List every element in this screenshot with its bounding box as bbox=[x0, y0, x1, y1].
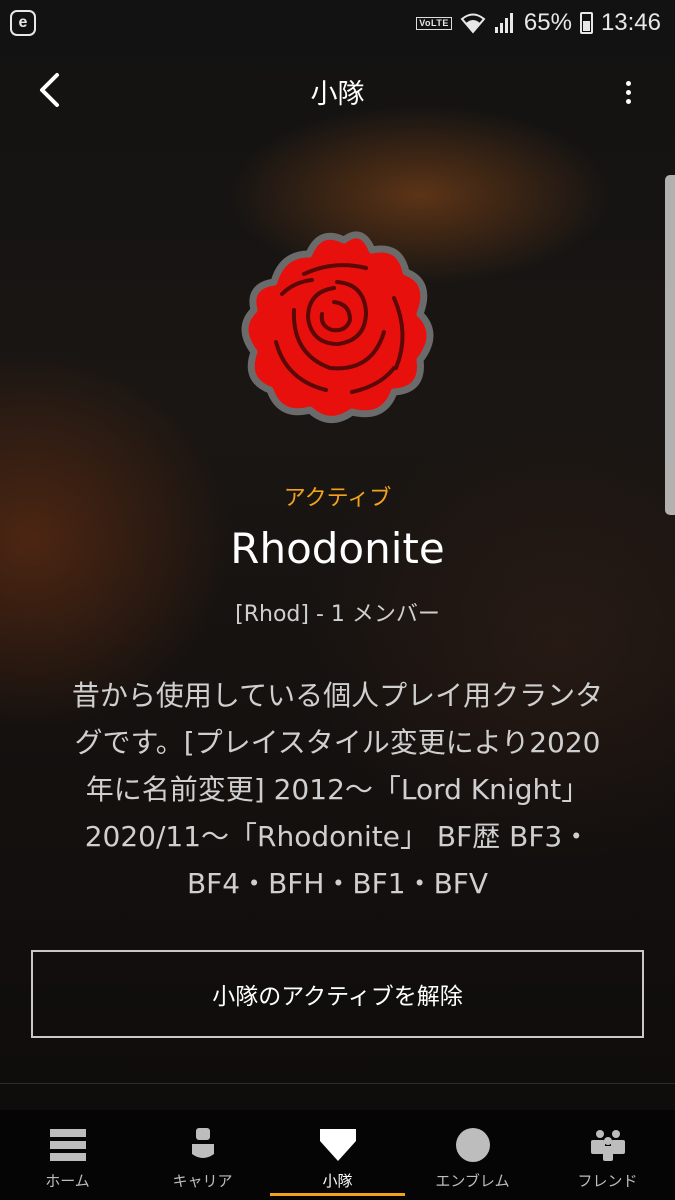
description-line: 年に名前変更] 2012〜「Lord Knight」 bbox=[85, 773, 590, 806]
scrollbar[interactable] bbox=[665, 175, 675, 515]
battery-percent: 65% bbox=[523, 9, 572, 36]
nav-label: キャリア bbox=[172, 1172, 233, 1190]
description-line: グです。[プレイスタイル変更により2020 bbox=[74, 726, 601, 759]
volte-indicator: VoLTE bbox=[416, 16, 452, 30]
nav-label: フレンド bbox=[577, 1172, 638, 1190]
description-line: 昔から使用している個人プレイ用クランタ bbox=[71, 679, 604, 712]
nav-label: ホーム bbox=[45, 1172, 90, 1190]
nav-label: 小隊 bbox=[322, 1172, 353, 1190]
career-bust-icon bbox=[191, 1128, 214, 1158]
divider bbox=[0, 1083, 675, 1084]
bottom-navigation: ホーム キャリア 小隊 エンブレム フレンド bbox=[0, 1110, 675, 1200]
page-title: 小隊 bbox=[310, 79, 365, 110]
clock: 13:46 bbox=[600, 9, 661, 36]
nav-item-friends[interactable]: フレンド bbox=[540, 1110, 675, 1200]
friends-icon bbox=[590, 1130, 625, 1161]
app-notification-icon: e bbox=[10, 10, 36, 36]
squad-emblem-rose-icon bbox=[241, 231, 434, 423]
home-menu-icon bbox=[49, 1129, 86, 1161]
nav-item-home[interactable]: ホーム bbox=[0, 1110, 135, 1200]
squad-shield-icon bbox=[319, 1129, 356, 1161]
app-header: 小隊 bbox=[0, 60, 675, 122]
nav-label: エンブレム bbox=[435, 1172, 510, 1190]
description-line: BF4・BFH・BF1・BFV bbox=[186, 867, 489, 900]
nav-item-emblem[interactable]: エンブレム bbox=[405, 1110, 540, 1200]
squad-name: Rhodonite bbox=[230, 524, 445, 573]
more-options-button[interactable] bbox=[610, 72, 646, 112]
squad-status-label: アクティブ bbox=[283, 486, 392, 511]
more-vert-icon bbox=[625, 80, 631, 86]
emblem-circle-icon bbox=[455, 1128, 490, 1162]
battery-icon bbox=[579, 12, 593, 34]
wifi-icon bbox=[460, 13, 486, 34]
nav-item-squad[interactable]: 小隊 bbox=[270, 1110, 405, 1200]
status-bar: e VoLTE 65% 13:46 bbox=[0, 0, 675, 46]
nav-item-career[interactable]: キャリア bbox=[135, 1110, 270, 1200]
signal-icon bbox=[494, 13, 513, 33]
description-line: 2020/11〜「Rhodonite」 BF歴 BF3・ bbox=[84, 820, 591, 853]
deactivate-squad-button[interactable]: 小隊のアクティブを解除 bbox=[31, 950, 644, 1038]
squad-tag-members: [Rhod] - 1 メンバー bbox=[235, 602, 440, 627]
squad-description: 昔から使用している個人プレイ用クランタ グです。[プレイスタイル変更により202… bbox=[28, 672, 647, 907]
